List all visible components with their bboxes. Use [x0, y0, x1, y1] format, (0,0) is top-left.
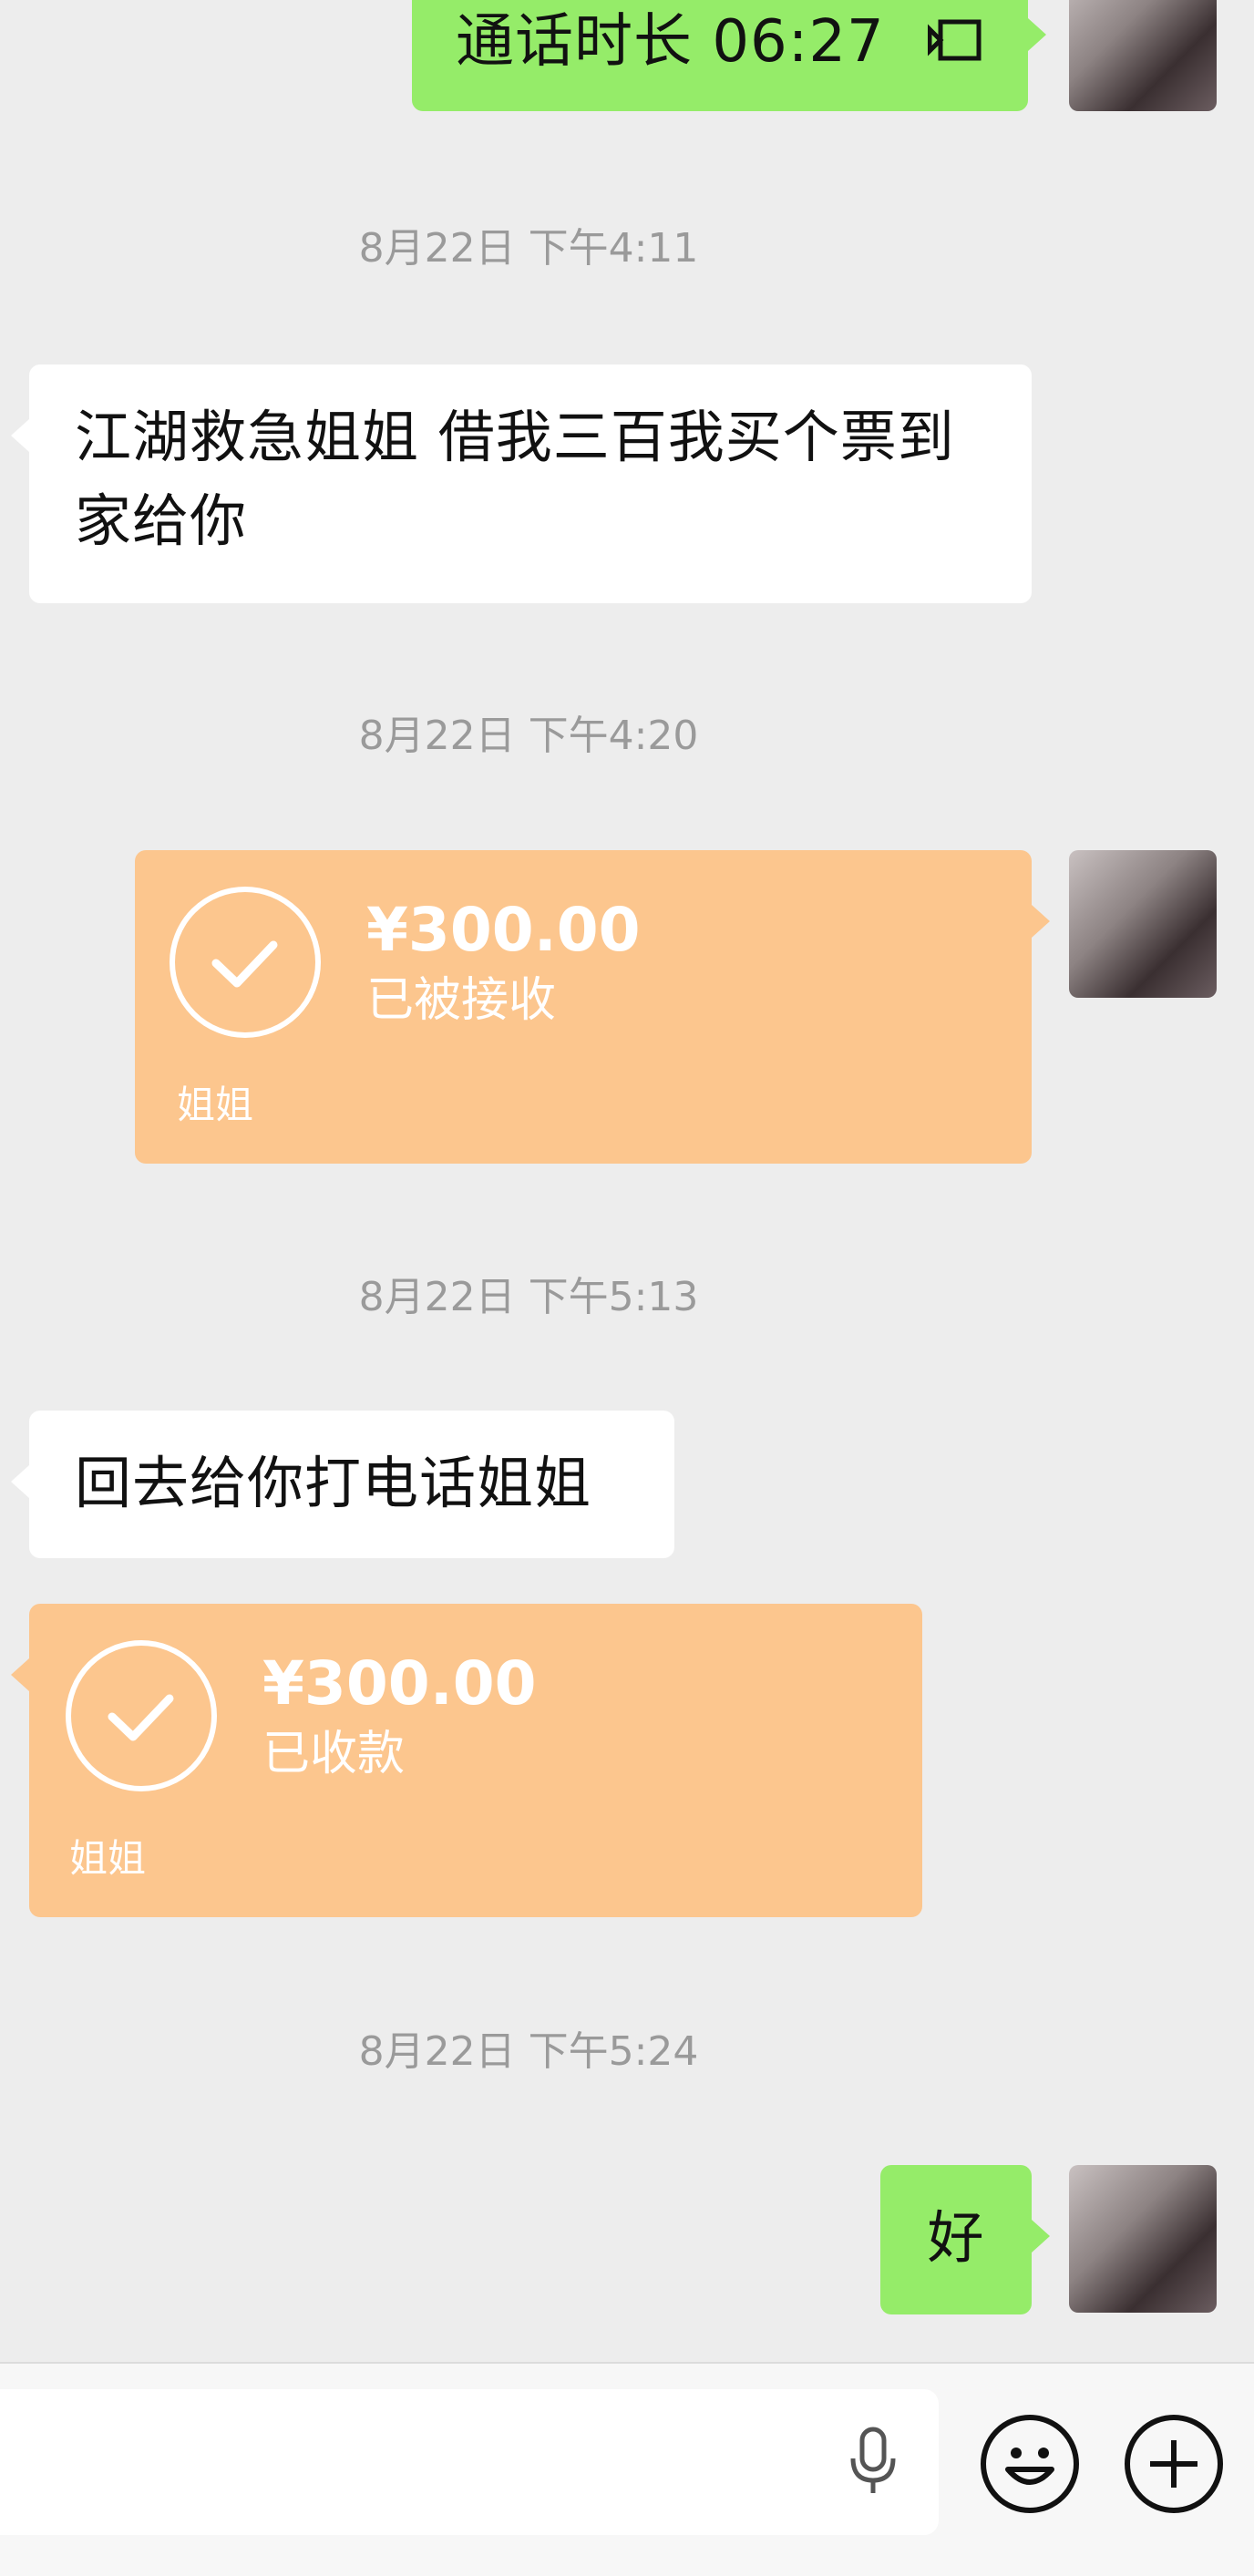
- transfer-card-received[interactable]: ¥300.00 已收款 姐姐: [11, 1604, 922, 1917]
- timestamp: 8月22日 下午5:24: [358, 2028, 699, 2075]
- avatar-self[interactable]: [1069, 850, 1217, 998]
- plus-icon[interactable]: [1125, 2415, 1223, 2513]
- call-duration-bubble[interactable]: 通话时长 06:27: [412, 0, 1046, 111]
- transfer-footer-label: 姐姐: [177, 1083, 254, 1127]
- message-input[interactable]: [0, 2389, 939, 2535]
- video-call-icon: [928, 19, 982, 61]
- timestamp: 8月22日 下午5:13: [358, 1274, 699, 1320]
- check-circle-icon: [66, 1640, 217, 1791]
- transfer-status: 已收款: [262, 1727, 406, 1781]
- call-duration-text: 通话时长 06:27: [456, 8, 885, 76]
- timestamp: 8月22日 下午4:20: [358, 713, 699, 759]
- transfer-status: 已被接收: [366, 973, 557, 1028]
- transfer-amount: ¥300.00: [366, 895, 641, 965]
- avatar-self[interactable]: [1069, 0, 1217, 111]
- check-circle-icon: [170, 887, 321, 1038]
- message-bubble-incoming[interactable]: 江湖救急姐姐 借我三百我买个票到家给你: [11, 364, 1032, 603]
- message-bubble-outgoing[interactable]: 好: [880, 2165, 1050, 2314]
- transfer-card-sent[interactable]: ¥300.00 已被接收 姐姐: [135, 850, 1050, 1164]
- message-text: 回去给你打电话姐姐: [75, 1450, 592, 1516]
- transfer-footer-label: 姐姐: [69, 1836, 147, 1881]
- message-text: 好: [927, 2204, 985, 2271]
- message-bubble-incoming[interactable]: 回去给你打电话姐姐: [11, 1411, 674, 1558]
- emoji-smile-icon[interactable]: [981, 2415, 1079, 2513]
- avatar-self[interactable]: [1069, 2165, 1217, 2313]
- transfer-amount: ¥300.00: [262, 1648, 537, 1719]
- microphone-icon[interactable]: [846, 2426, 900, 2499]
- message-text: 江湖救急姐姐 借我三百我买个票到家给你: [75, 404, 955, 554]
- timestamp: 8月22日 下午4:11: [358, 225, 699, 272]
